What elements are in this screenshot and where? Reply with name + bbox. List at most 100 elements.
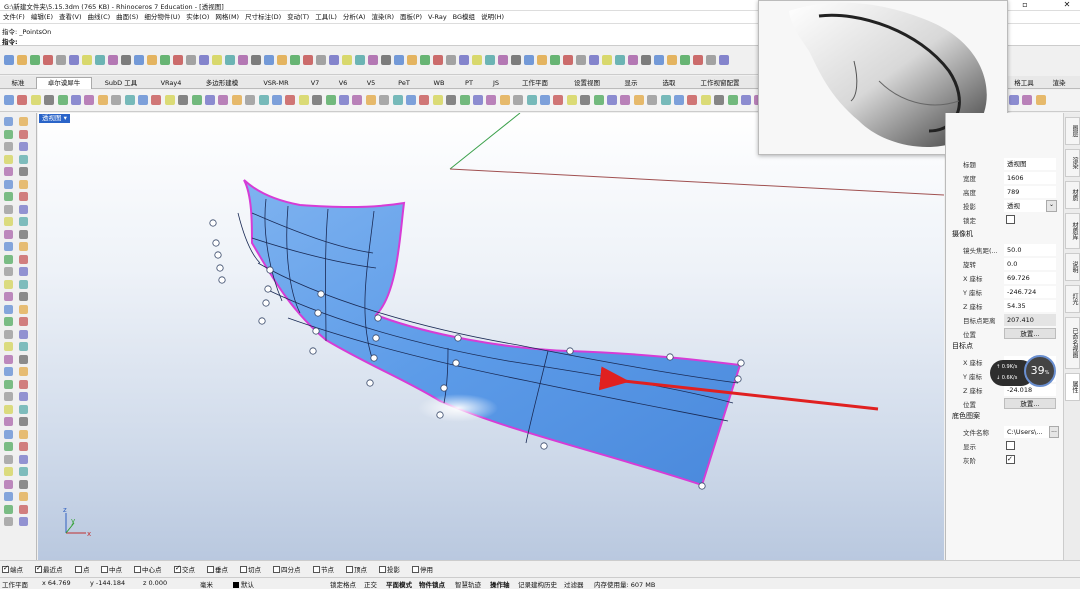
toolbar-tool-icon[interactable]	[667, 55, 677, 65]
right-panel-tab[interactable]: 属性	[1065, 373, 1080, 401]
toolbar-tool-icon[interactable]	[566, 95, 577, 105]
property-checkbox[interactable]: ✓	[1006, 455, 1015, 464]
toolbar-tool-icon[interactable]	[511, 55, 521, 65]
toolbar-tool-icon[interactable]	[186, 55, 196, 65]
left-tool-icon[interactable]	[4, 129, 13, 139]
left-tool-icon[interactable]	[4, 229, 13, 239]
toolbar-tab[interactable]: V6	[330, 77, 356, 89]
toolbar-tool-icon[interactable]	[56, 55, 66, 65]
left-tool-icon[interactable]	[19, 367, 28, 376]
left-tool-icon[interactable]	[19, 304, 28, 314]
toolbar-tool-icon[interactable]	[700, 95, 711, 105]
toolbar-tool-icon[interactable]	[108, 55, 118, 65]
menu-item[interactable]: 网格(M)	[212, 11, 242, 23]
toolbar-tool-icon[interactable]	[325, 95, 336, 105]
toolbar-tab[interactable]: WB	[424, 77, 454, 89]
toolbar-tool-icon[interactable]	[485, 55, 495, 65]
osnap-option[interactable]: 投影	[379, 564, 400, 574]
left-tool-icon[interactable]	[19, 467, 28, 476]
osnap-checkbox[interactable]	[240, 566, 247, 573]
toolbar-tool-icon[interactable]	[1035, 95, 1046, 105]
toolbar-tab[interactable]: V5	[358, 77, 384, 89]
right-panel-tab[interactable]: 说明	[1065, 253, 1080, 281]
left-tool-icon[interactable]	[19, 479, 28, 489]
toolbar-tool-icon[interactable]	[312, 95, 323, 105]
osnap-checkbox[interactable]	[313, 566, 320, 573]
toolbar-tool-icon[interactable]	[238, 55, 248, 65]
toolbar-tool-icon[interactable]	[285, 95, 296, 105]
left-tool-icon[interactable]	[19, 342, 28, 351]
toolbar-tool-icon[interactable]	[419, 95, 430, 105]
toolbar-tool-icon[interactable]	[57, 95, 68, 105]
left-tool-icon[interactable]	[4, 267, 13, 276]
left-tool-icon[interactable]	[19, 154, 28, 164]
left-tool-icon[interactable]	[19, 279, 28, 289]
osnap-checkbox[interactable]	[174, 564, 181, 573]
toolbar-tool-icon[interactable]	[459, 55, 469, 65]
left-tool-icon[interactable]	[4, 429, 13, 439]
toolbar-tool-icon[interactable]	[277, 55, 287, 65]
osnap-option[interactable]: 顶点	[346, 564, 367, 574]
left-tool-icon[interactable]	[19, 242, 28, 251]
toolbar-tab[interactable]: VRay4	[150, 77, 192, 89]
osnap-checkbox[interactable]	[273, 566, 280, 573]
left-tool-icon[interactable]	[4, 467, 13, 476]
toolbar-tool-icon[interactable]	[524, 55, 534, 65]
toolbar-tool-icon[interactable]	[486, 95, 497, 105]
toolbar-tool-icon[interactable]	[526, 95, 537, 105]
toolbar-tab[interactable]: VSR-MR	[252, 77, 300, 89]
menu-item[interactable]: 编辑(E)	[28, 11, 56, 23]
property-value[interactable]: 69.726	[1004, 272, 1056, 284]
menu-item[interactable]: 分析(A)	[340, 11, 369, 23]
toolbar-tool-icon[interactable]	[124, 95, 135, 105]
toolbar-tab[interactable]: 渲染	[1044, 77, 1074, 89]
toolbar-tool-icon[interactable]	[218, 95, 229, 105]
menu-item[interactable]: 说明(H)	[478, 11, 507, 23]
left-tool-icon[interactable]	[19, 254, 28, 264]
toolbar-tool-icon[interactable]	[95, 55, 105, 65]
toolbar-tool-icon[interactable]	[71, 95, 81, 105]
toolbar-tab[interactable]: V7	[302, 77, 328, 89]
toolbar-tool-icon[interactable]	[446, 55, 456, 65]
toolbar-tool-icon[interactable]	[17, 55, 27, 65]
left-tool-icon[interactable]	[4, 454, 13, 464]
left-tool-icon[interactable]	[4, 517, 13, 526]
property-checkbox[interactable]	[1006, 215, 1015, 224]
property-value[interactable]: -246.724	[1004, 286, 1056, 298]
toolbar-tool-icon[interactable]	[680, 55, 690, 65]
status-cplane[interactable]: 工作平面	[2, 579, 28, 589]
toolbar-tab[interactable]: 卓尔谟犀牛	[36, 77, 92, 89]
toolbar-tool-icon[interactable]	[329, 55, 339, 65]
menu-item[interactable]: 渲染(R)	[368, 11, 397, 23]
left-tool-icon[interactable]	[4, 192, 13, 201]
osnap-checkbox[interactable]	[412, 566, 419, 573]
left-tool-icon[interactable]	[4, 167, 13, 176]
property-value[interactable]: 透视图	[1004, 158, 1056, 170]
toolbar-tool-icon[interactable]	[633, 95, 644, 105]
osnap-checkbox[interactable]	[134, 566, 141, 573]
osnap-option[interactable]: 中点	[101, 564, 122, 574]
toolbar-tool-icon[interactable]	[432, 95, 443, 105]
toolbar-tool-icon[interactable]	[205, 95, 215, 105]
toolbar-tool-icon[interactable]	[352, 95, 363, 105]
toolbar-tool-icon[interactable]	[191, 95, 202, 105]
toolbar-tool-icon[interactable]	[160, 55, 170, 65]
toolbar-tab[interactable]: 标准	[2, 77, 34, 89]
toolbar-tool-icon[interactable]	[537, 55, 547, 65]
left-tool-icon[interactable]	[4, 504, 13, 514]
toolbar-tool-icon[interactable]	[1022, 95, 1033, 105]
toolbar-tool-icon[interactable]	[134, 55, 144, 65]
toolbar-tool-icon[interactable]	[298, 95, 309, 105]
left-tool-icon[interactable]	[19, 454, 28, 464]
toolbar-tool-icon[interactable]	[258, 95, 269, 105]
menu-item[interactable]: 曲线(C)	[85, 11, 114, 23]
left-tool-icon[interactable]	[19, 292, 28, 301]
left-tool-icon[interactable]	[4, 342, 13, 351]
toolbar-tool-icon[interactable]	[576, 55, 586, 65]
left-tool-icon[interactable]	[19, 117, 28, 126]
osnap-option[interactable]: 最近点	[35, 564, 63, 574]
toolbar-tool-icon[interactable]	[553, 95, 564, 105]
toolbar-tool-icon[interactable]	[433, 55, 443, 65]
toolbar-tool-icon[interactable]	[580, 95, 591, 105]
toolbar-tool-icon[interactable]	[550, 55, 560, 65]
